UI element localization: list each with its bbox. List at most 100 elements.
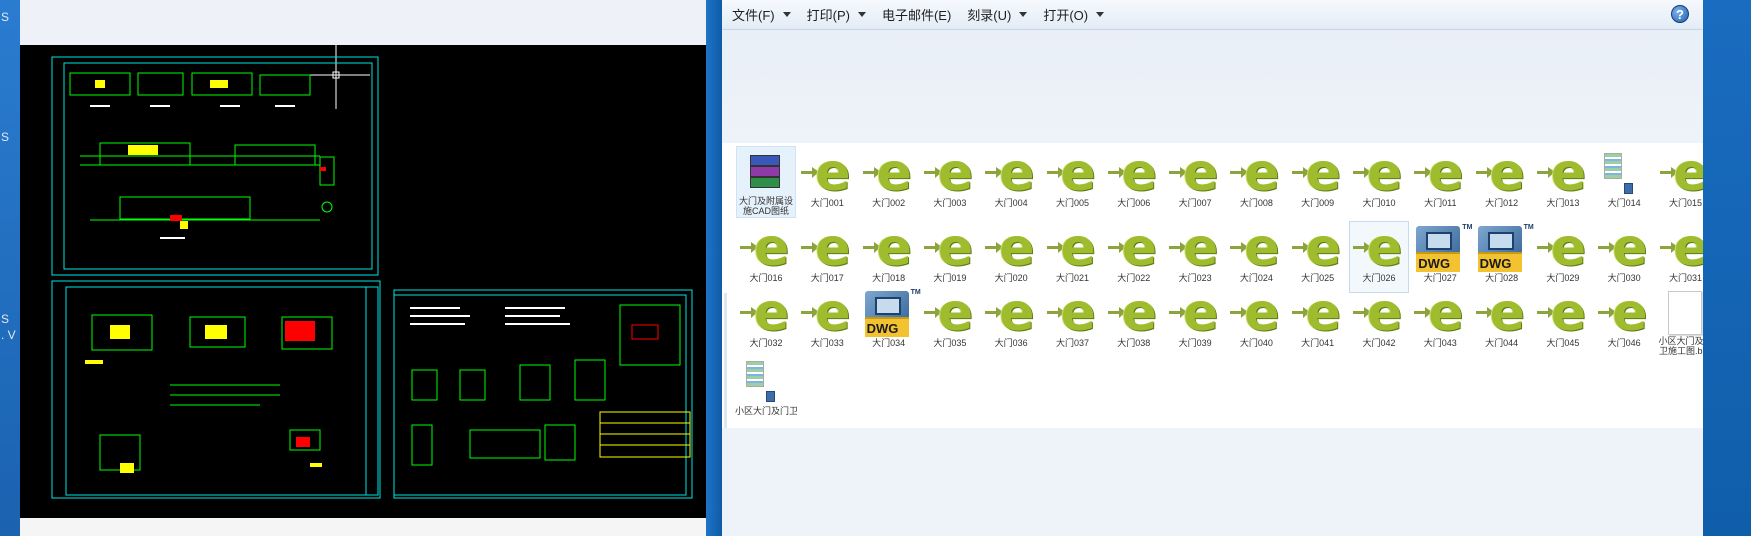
file-name: 大门014	[1607, 198, 1641, 208]
file-name: 小区大门及门卫施工图.bak	[1658, 335, 1703, 356]
cad-drawing-viewport[interactable]	[20, 45, 706, 518]
file-item[interactable]: e 大门005	[1043, 145, 1103, 218]
menu-print[interactable]: 打印(P)	[807, 5, 866, 24]
web-file-icon: e	[738, 285, 794, 341]
dwg-file-icon: DWG TM	[1477, 224, 1534, 272]
file-item[interactable]: e 大门038	[1104, 285, 1164, 358]
viewer-lower-area	[722, 428, 1703, 536]
file-item[interactable]: e 大门012	[1472, 145, 1532, 218]
cad-status-strip	[20, 518, 706, 536]
image-file-icon	[738, 357, 794, 405]
web-file-icon: e	[799, 285, 855, 341]
web-file-icon: e	[1290, 220, 1346, 276]
file-item[interactable]: e 大门041	[1288, 285, 1348, 358]
web-file-icon: e	[1596, 285, 1652, 341]
left-window-edge: S S S . V	[0, 0, 20, 536]
web-file-icon: e	[1228, 285, 1284, 341]
file-item[interactable]: e 大门006	[1104, 145, 1164, 218]
web-file-icon: e	[1290, 285, 1346, 341]
file-item[interactable]: 小区大门及门卫施工图.bak	[1656, 286, 1704, 358]
menu-burn[interactable]: 刻录(U)	[967, 5, 1028, 24]
file-item[interactable]: e 大门010	[1349, 145, 1409, 218]
web-file-icon: e	[1351, 285, 1407, 341]
file-item[interactable]: e 大门045	[1533, 285, 1593, 358]
menu-bar: 文件(F) 打印(P) 电子邮件(E) 刻录(U) 打开(O) ?	[722, 0, 1703, 30]
edge-text: S	[1, 10, 10, 24]
file-item[interactable]: e 大门032	[736, 285, 796, 358]
web-file-icon: e	[1167, 220, 1223, 276]
file-item[interactable]: e 大门040	[1226, 285, 1286, 358]
web-file-icon: e	[861, 220, 917, 276]
web-file-icon: e	[983, 220, 1039, 276]
file-item[interactable]: DWG TM 大门034	[859, 286, 921, 358]
web-file-icon: e	[1474, 285, 1530, 341]
file-item[interactable]: e 大门043	[1410, 285, 1470, 358]
file-item[interactable]: e 大门042	[1349, 285, 1409, 358]
web-file-icon: e	[1535, 145, 1591, 201]
web-file-icon: e	[922, 145, 978, 201]
file-item[interactable]: e 大门046	[1594, 285, 1654, 358]
file-item[interactable]: e 大门003	[920, 145, 980, 218]
web-file-icon: e	[1535, 220, 1591, 276]
web-file-icon: e	[922, 220, 978, 276]
file-item[interactable]: e 大门035	[920, 285, 980, 358]
file-item[interactable]: e 大门013	[1533, 145, 1593, 218]
file-item[interactable]: e 大门007	[1165, 145, 1225, 218]
file-name: 大门034	[872, 338, 906, 348]
cad-preview-window	[20, 0, 706, 536]
web-file-icon: e	[983, 285, 1039, 341]
menu-email[interactable]: 电子邮件(E)	[882, 5, 951, 24]
file-name: 大门及附属设施CAD图纸	[738, 195, 793, 216]
file-item[interactable]: e 大门001	[797, 145, 857, 218]
web-file-icon: e	[1106, 145, 1162, 201]
menu-file[interactable]: 文件(F)	[732, 5, 791, 24]
web-file-icon: e	[738, 220, 794, 276]
web-file-icon: e	[1290, 145, 1346, 201]
help-icon[interactable]: ?	[1671, 5, 1689, 23]
file-item[interactable]: e 大门009	[1288, 145, 1348, 218]
web-file-icon: e	[1351, 220, 1407, 276]
file-item[interactable]: e 大门036	[981, 285, 1041, 358]
web-file-icon: e	[1351, 145, 1407, 201]
menu-burn-label: 刻录(U)	[967, 8, 1012, 23]
file-name: 大门028	[1485, 273, 1519, 283]
file-item[interactable]: e 大门002	[859, 145, 919, 218]
blank-file-icon	[1658, 289, 1704, 335]
file-item[interactable]: e 大门004	[981, 145, 1041, 218]
menu-open[interactable]: 打开(O)	[1043, 5, 1105, 24]
file-item[interactable]: 大门及附属设施CAD图纸	[736, 146, 796, 218]
edge-text: . V	[1, 328, 16, 342]
cad-preview-header	[20, 0, 706, 45]
desktop-background-right	[1703, 0, 1751, 536]
file-item[interactable]: e 大门018	[859, 220, 919, 293]
file-item[interactable]: e 大门031	[1656, 220, 1703, 293]
web-file-icon: e	[922, 285, 978, 341]
file-item[interactable]: e 大门039	[1165, 285, 1225, 358]
file-item[interactable]: e 大门037	[1043, 285, 1103, 358]
file-item[interactable]: e 大门044	[1472, 285, 1532, 358]
web-file-icon: e	[1535, 285, 1591, 341]
edge-text: S	[1, 130, 10, 144]
menu-open-label: 打开(O)	[1043, 8, 1089, 23]
file-item[interactable]: e 大门033	[797, 285, 857, 358]
web-file-icon: e	[983, 145, 1039, 201]
file-item[interactable]: 大门014	[1594, 146, 1654, 218]
web-file-icon: e	[1167, 285, 1223, 341]
file-item[interactable]: e 大门015	[1656, 145, 1703, 218]
cad-drawing	[20, 45, 706, 518]
file-item[interactable]: e 大门011	[1410, 145, 1470, 218]
web-file-icon: e	[799, 145, 855, 201]
web-file-icon: e	[1658, 145, 1703, 201]
web-file-icon: e	[799, 220, 855, 276]
desktop: S S S . V 文件(F) 打印(P) 电子邮件(E) 刻录(U) 打开(O…	[0, 0, 1751, 536]
web-file-icon: e	[1045, 145, 1101, 201]
file-item[interactable]: 小区大门及门卫	[735, 354, 797, 426]
web-file-icon: e	[1658, 220, 1703, 276]
file-item[interactable]: e 大门008	[1226, 145, 1286, 218]
dwg-file-icon: DWG TM	[1416, 224, 1473, 272]
web-file-icon: e	[1412, 145, 1468, 201]
chevron-down-icon	[1096, 12, 1105, 17]
menu-email-label: 电子邮件(E)	[881, 8, 952, 23]
web-file-icon: e	[1596, 220, 1652, 276]
web-file-icon: e	[1045, 220, 1101, 276]
